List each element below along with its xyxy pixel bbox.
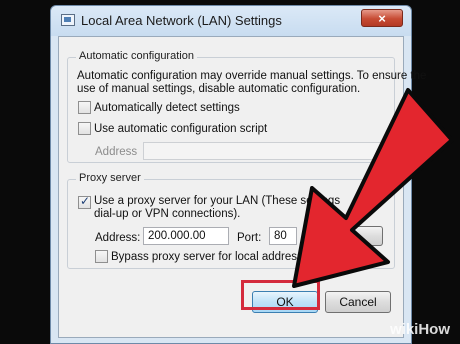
detect-settings-checkbox[interactable]	[78, 101, 91, 114]
lan-settings-dialog: Local Area Network (LAN) Settings × Auto…	[50, 5, 426, 344]
config-script-checkbox[interactable]	[78, 122, 91, 135]
group-legend-automatic: Automatic configuration	[76, 50, 197, 62]
proxy-port-input[interactable]: 80	[269, 227, 297, 245]
script-address-input[interactable]	[143, 142, 385, 160]
group-legend-proxy: Proxy server	[76, 172, 144, 184]
bypass-local-label[interactable]: Bypass proxy server for local addresses	[111, 250, 315, 264]
auto-config-description-line2: use of manual settings, disable automati…	[77, 83, 361, 95]
proxy-address-label: Address:	[95, 232, 141, 244]
use-proxy-checkbox[interactable]	[78, 194, 91, 209]
script-address-label: Address	[95, 146, 138, 158]
close-button[interactable]: ×	[361, 9, 403, 27]
title-bar[interactable]: Local Area Network (LAN) Settings ×	[51, 6, 411, 36]
dialog-body: Automatic configuration Automatic config…	[58, 36, 426, 338]
window-title: Local Area Network (LAN) Settings	[81, 13, 282, 28]
cancel-button[interactable]: Cancel	[325, 291, 391, 313]
bypass-local-checkbox[interactable]	[95, 250, 108, 263]
ok-button-highlight	[241, 280, 320, 310]
use-proxy-label-line1[interactable]: Use a proxy server for your LAN (These s…	[94, 194, 340, 208]
watermark: wikiHow	[389, 321, 450, 338]
config-script-label[interactable]: Use automatic configuration script	[94, 122, 267, 136]
auto-config-description-line1: Automatic configuration may override man…	[77, 70, 427, 82]
network-settings-icon	[61, 14, 75, 26]
use-proxy-label-line2: dial-up or VPN connections).	[94, 208, 241, 220]
detect-settings-label[interactable]: Automatically detect settings	[94, 101, 240, 115]
proxy-address-input[interactable]: 200.000.00	[143, 227, 229, 245]
proxy-port-label: Port:	[237, 232, 262, 244]
proxy-advanced-button[interactable]	[335, 226, 383, 246]
